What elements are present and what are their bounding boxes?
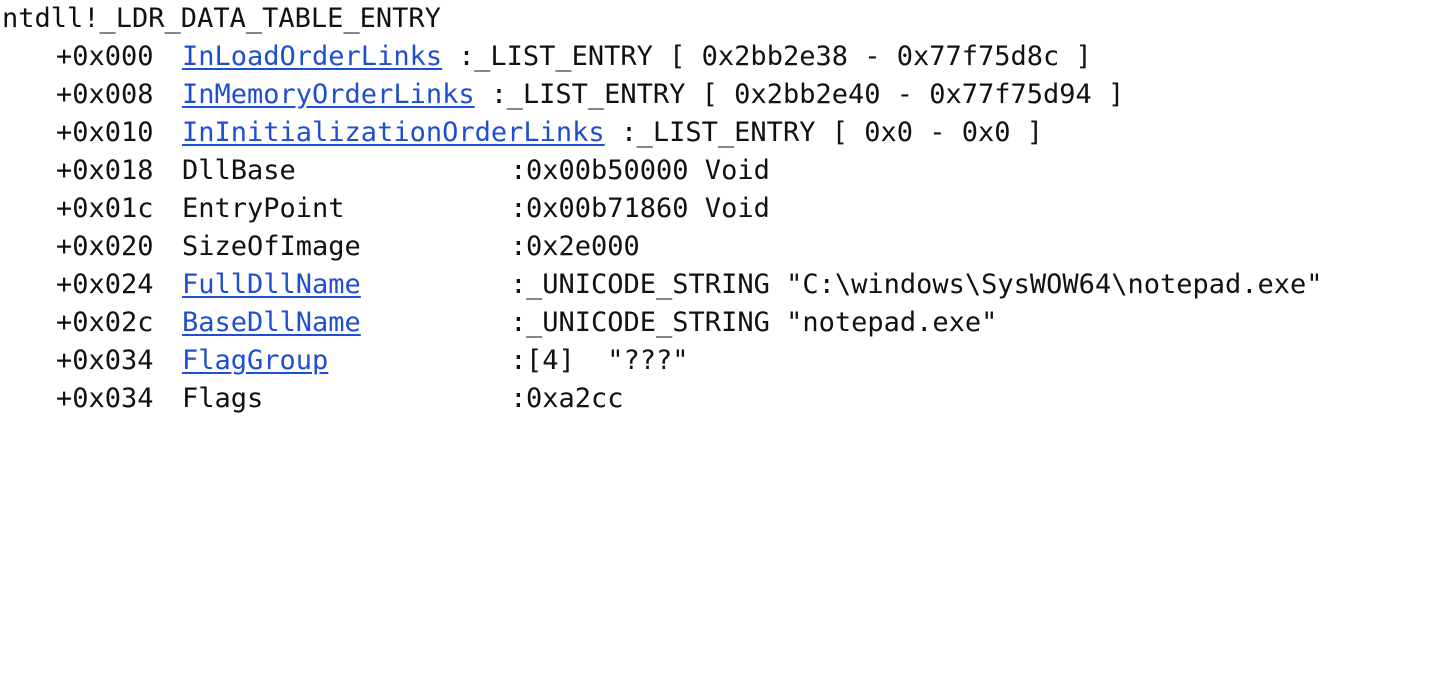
field-offset: +0x020	[56, 231, 154, 262]
field-value: 0x00b71860 Void	[526, 193, 770, 224]
field-separator: :	[494, 269, 543, 300]
field-separator: :	[494, 345, 543, 376]
field-offset: +0x02c	[56, 307, 154, 338]
field-row-fulldllname: +0x024 FullDllName : _UNICODE_STRING "C:\…	[56, 267, 1323, 303]
field-row-inloadorderlinks: +0x000 InLoadOrderLinks : _LIST_ENTRY [ 0…	[56, 39, 1092, 75]
field-row-ininitializationorderlinks: +0x010 InInitializationOrderLinks : _LIST…	[56, 115, 1043, 151]
field-name-sizeofimage: SizeOfImage	[182, 231, 361, 262]
field-separator: :	[494, 155, 543, 186]
field-link-flaggroup[interactable]: FlagGroup	[182, 343, 328, 379]
field-value: [4] "???"	[526, 345, 689, 376]
field-value: 0x00b50000 Void	[526, 155, 770, 186]
field-value: _LIST_ENTRY [ 0x2bb2e38 - 0x77f75d8c ]	[474, 41, 1092, 72]
field-offset: +0x01c	[56, 193, 154, 224]
field-separator: :	[474, 79, 524, 110]
field-separator: :	[494, 307, 543, 338]
field-link-inloadorderlinks[interactable]: InLoadOrderLinks	[182, 39, 442, 75]
field-row-basedllname: +0x02c BaseDllName : _UNICODE_STRING "not…	[56, 305, 997, 341]
field-offset: +0x010	[56, 117, 154, 148]
field-row-entrypoint: +0x01c EntryPoint : 0x00b71860 Void	[56, 191, 770, 227]
field-row-flaggroup: +0x034 FlagGroup : [4] "???"	[56, 343, 689, 379]
field-name-entrypoint: EntryPoint	[182, 193, 345, 224]
field-value: 0xa2cc	[526, 383, 624, 414]
field-offset: +0x018	[56, 155, 154, 186]
field-link-basedllname[interactable]: BaseDllName	[182, 305, 361, 341]
struct-title: ntdll!_LDR_DATA_TABLE_ENTRY	[2, 3, 441, 34]
field-value: _LIST_ENTRY [ 0x2bb2e40 - 0x77f75d94 ]	[506, 79, 1125, 110]
field-separator: :	[494, 383, 543, 414]
field-offset: +0x034	[56, 383, 154, 414]
field-link-ininitializationorderlinks[interactable]: InInitializationOrderLinks	[182, 115, 605, 151]
field-value: _LIST_ENTRY [ 0x0 - 0x0 ]	[636, 117, 1044, 148]
field-separator: :	[494, 231, 543, 262]
field-separator: :	[442, 41, 491, 72]
field-row-flags: +0x034 Flags : 0xa2cc	[56, 381, 624, 417]
debugger-output: ntdll!_LDR_DATA_TABLE_ENTRY +0x000 InLoad…	[2, 0, 1452, 418]
field-separator: :	[494, 193, 543, 224]
field-value: 0x2e000	[526, 231, 640, 262]
field-row-sizeofimage: +0x020 SizeOfImage : 0x2e000	[56, 229, 640, 265]
field-separator: :	[604, 117, 654, 148]
field-offset: +0x034	[56, 345, 154, 376]
field-link-fulldllname[interactable]: FullDllName	[182, 267, 361, 303]
field-row-dllbase: +0x018 DllBase : 0x00b50000 Void	[56, 153, 770, 189]
field-link-inmemoryorderlinks[interactable]: InMemoryOrderLinks	[182, 77, 475, 113]
field-offset: +0x000	[56, 41, 154, 72]
field-name-dllbase: DllBase	[182, 155, 296, 186]
field-value: _UNICODE_STRING "notepad.exe"	[526, 307, 998, 338]
field-row-inmemoryorderlinks: +0x008 InMemoryOrderLinks : _LIST_ENTRY […	[56, 77, 1124, 113]
field-name-flags: Flags	[182, 383, 264, 414]
field-value: _UNICODE_STRING "C:\windows\SysWOW64\not…	[526, 269, 1323, 300]
field-offset: +0x008	[56, 79, 154, 110]
field-offset: +0x024	[56, 269, 154, 300]
